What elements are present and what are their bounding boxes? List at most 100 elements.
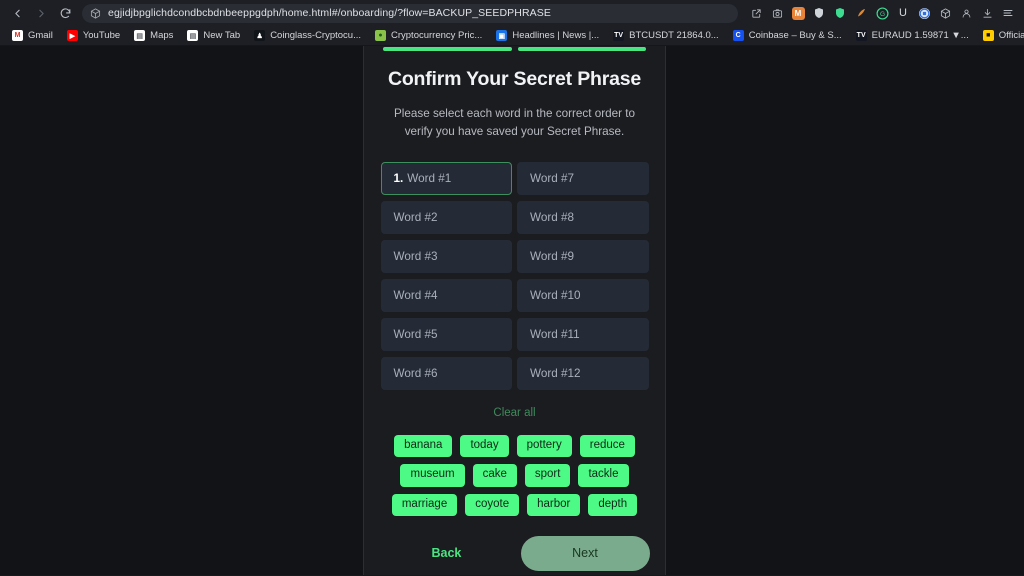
- metamask-extension-icon[interactable]: M: [788, 3, 808, 23]
- forward-icon[interactable]: [30, 2, 52, 24]
- word-slot-label: Word #3: [393, 250, 438, 264]
- word-slot[interactable]: Word #12: [517, 357, 649, 391]
- extension-page-icon: [90, 8, 101, 19]
- bookmark-favicon-icon: ■: [982, 30, 994, 41]
- downloads-icon[interactable]: [977, 3, 997, 23]
- bookmark-item[interactable]: ▤ Maps: [127, 27, 180, 44]
- word-chip-list: banana today pottery reduce museum cake sport t…: [380, 435, 650, 516]
- reload-icon[interactable]: [54, 2, 76, 24]
- bookmark-item[interactable]: ● Cryptocurrency Pric...: [368, 27, 489, 44]
- bookmark-label: EURAUD 1.59871 ▼...: [871, 30, 969, 41]
- bookmark-item[interactable]: ▤ New Tab: [180, 27, 247, 44]
- bookmark-favicon-icon: ▣: [496, 30, 508, 41]
- word-chip[interactable]: depth: [588, 493, 638, 516]
- bookmark-label: New Tab: [203, 30, 241, 41]
- bookmark-item[interactable]: TV BTCUSDT 21864.0...: [606, 27, 726, 44]
- page-body: Confirm Your Secret Phrase Please select…: [0, 46, 1024, 575]
- bookmark-label: YouTube: [82, 30, 121, 41]
- word-slot[interactable]: 1. Word #1: [380, 162, 512, 196]
- profile-icon[interactable]: [956, 3, 976, 23]
- bookmark-item[interactable]: M Gmail: [5, 27, 60, 44]
- bookmark-item[interactable]: ▣ Headlines | News |...: [489, 27, 606, 44]
- word-slot-grid: 1. Word #1 Word #2 Word #3 Word #4 Word #5 Wor…: [380, 162, 649, 391]
- bookmark-favicon-icon: ♟: [254, 30, 266, 41]
- word-slot-label: Word #8: [530, 211, 574, 225]
- word-chip[interactable]: pottery: [516, 435, 572, 458]
- browser-toolbar: egjidjbpglichdcondbcbdnbeeppgdph/home.ht…: [0, 0, 1024, 26]
- word-chip[interactable]: tackle: [578, 464, 629, 487]
- next-button[interactable]: Next: [520, 535, 650, 571]
- menu-icon[interactable]: [998, 3, 1018, 23]
- bookmark-item[interactable]: ■ Official CAT footwe...: [976, 27, 1024, 44]
- progress-segment: [383, 47, 512, 51]
- shield-extension-icon[interactable]: [809, 3, 829, 23]
- word-chip[interactable]: today: [460, 435, 509, 458]
- word-slot-label: Word #1: [407, 172, 452, 186]
- word-slot-label: Word #10: [530, 289, 581, 303]
- svg-text:G: G: [879, 10, 884, 17]
- word-slot-label: Word #5: [393, 328, 438, 342]
- bookmark-label: Maps: [150, 30, 174, 41]
- bookmarks-bar: M Gmail ▶ YouTube ▤ Maps ▤ New Tab ♟ Coinglass-Cr…: [0, 26, 1024, 46]
- page-title: Confirm Your Secret Phrase: [387, 68, 642, 90]
- bookmark-item[interactable]: C Coinbase – Buy & S...: [726, 27, 849, 44]
- bookmark-favicon-icon: ▤: [134, 30, 146, 41]
- word-slot-label: Word #4: [393, 289, 438, 303]
- progress-bar: [364, 47, 665, 52]
- toolbar-actions: M G U: [746, 3, 1018, 23]
- word-slot-label: Word #2: [393, 211, 438, 225]
- footer-actions: Back Next: [380, 535, 650, 571]
- word-slot[interactable]: Word #3: [380, 240, 512, 274]
- word-slot[interactable]: Word #4: [380, 279, 512, 313]
- word-slot[interactable]: Word #11: [517, 318, 649, 352]
- bookmark-item[interactable]: TV EURAUD 1.59871 ▼...: [849, 27, 976, 44]
- bookmark-favicon-icon: C: [732, 30, 744, 41]
- bookmark-label: Gmail: [28, 30, 53, 41]
- word-slot-label: Word #7: [530, 172, 574, 186]
- onboarding-panel: Confirm Your Secret Phrase Please select…: [363, 46, 666, 575]
- word-slot-label: Word #6: [393, 367, 438, 381]
- word-chip[interactable]: sport: [524, 464, 571, 487]
- bookmark-favicon-icon: M: [12, 30, 23, 41]
- grammarly-extension-icon[interactable]: G: [872, 3, 892, 23]
- word-slot[interactable]: Word #8: [517, 201, 649, 235]
- bookmark-favicon-icon: TV: [855, 30, 867, 41]
- bookmark-item[interactable]: ♟ Coinglass-Cryptocu...: [247, 27, 368, 44]
- phantom-extension-icon[interactable]: [851, 3, 871, 23]
- u-extension-icon[interactable]: U: [893, 3, 913, 23]
- word-chip[interactable]: museum: [400, 464, 465, 487]
- word-chip[interactable]: coyote: [465, 493, 520, 516]
- url-text: egjidjbpglichdcondbcbdnbeeppgdph/home.ht…: [108, 7, 551, 19]
- coinbase-extension-icon[interactable]: [914, 3, 934, 23]
- bookmark-favicon-icon: TV: [613, 30, 625, 41]
- word-chip[interactable]: reduce: [579, 435, 635, 458]
- bookmark-favicon-icon: ▤: [187, 30, 199, 41]
- package-extension-icon[interactable]: [935, 3, 955, 23]
- word-chip[interactable]: marriage: [391, 493, 458, 516]
- word-slot[interactable]: Word #2: [380, 201, 512, 235]
- bookmark-item[interactable]: ▶ YouTube: [60, 27, 127, 44]
- back-icon[interactable]: [6, 2, 28, 24]
- word-chip[interactable]: banana: [394, 435, 453, 458]
- bookmark-favicon-icon: ▶: [66, 30, 78, 41]
- word-slot[interactable]: Word #9: [517, 240, 649, 274]
- word-slot[interactable]: Word #5: [380, 318, 512, 352]
- word-chip[interactable]: cake: [472, 464, 517, 487]
- back-button[interactable]: Back: [380, 546, 462, 560]
- screenshot-icon[interactable]: [767, 3, 787, 23]
- share-icon[interactable]: [746, 3, 766, 23]
- progress-segment: [517, 47, 646, 51]
- word-slot[interactable]: Word #7: [517, 162, 649, 196]
- clear-all-button[interactable]: Clear all: [493, 407, 535, 419]
- page-subtitle: Please select each word in the correct o…: [393, 107, 635, 139]
- bookmark-favicon-icon: ●: [375, 30, 386, 41]
- guard-extension-icon[interactable]: [830, 3, 850, 23]
- word-slot[interactable]: Word #10: [517, 279, 649, 313]
- word-slot-label: Word #9: [530, 250, 574, 264]
- address-bar[interactable]: egjidjbpglichdcondbcbdnbeeppgdph/home.ht…: [82, 3, 738, 23]
- word-slot-label: Word #12: [530, 367, 581, 381]
- word-slot-label: Word #11: [530, 328, 580, 342]
- word-slot[interactable]: Word #6: [380, 357, 512, 391]
- bookmark-label: Coinglass-Cryptocu...: [270, 30, 361, 41]
- word-chip[interactable]: harbor: [527, 493, 581, 516]
